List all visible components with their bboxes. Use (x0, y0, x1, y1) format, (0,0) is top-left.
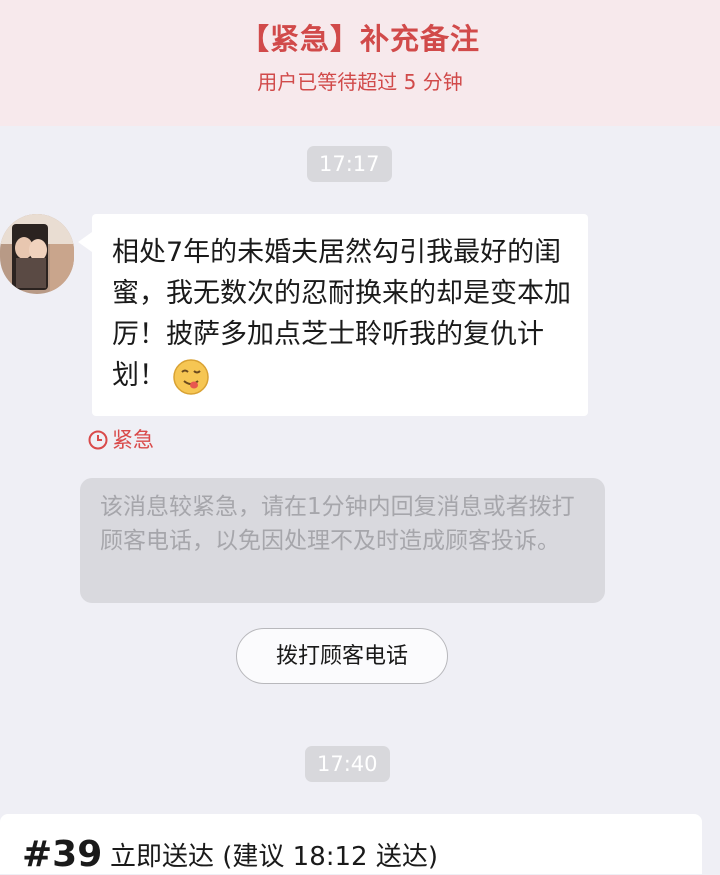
call-customer-button[interactable]: 拨打顾客电话 (236, 628, 448, 684)
notice-text: 该消息较紧急，请在1分钟内回复消息或者拨打顾客电话，以免因处理不及时造成顾客投诉… (100, 494, 575, 554)
urgent-header: 【紧急】补充备注 用户已等待超过 5 分钟 (0, 0, 720, 126)
header-title: 【紧急】补充备注 (239, 22, 480, 56)
timestamp-pill: 17:17 (307, 146, 392, 182)
clock-icon (88, 430, 108, 450)
tongue-out-emoji-icon (172, 358, 210, 396)
urgent-tag: 紧急 (88, 426, 154, 454)
bubble-tail (78, 232, 92, 252)
order-number: #39 (22, 834, 103, 875)
urgent-label: 紧急 (112, 428, 154, 452)
timestamp-pill: 17:40 (305, 746, 390, 782)
delivery-time: 立即送达 (建议 18:12 送达) (110, 842, 439, 872)
order-card[interactable]: #39 立即送达 (建议 18:12 送达) (0, 814, 702, 875)
customer-avatar[interactable] (0, 214, 74, 294)
wait-time-subtitle: 用户已等待超过 5 分钟 (257, 70, 463, 94)
urgent-notice: 该消息较紧急，请在1分钟内回复消息或者拨打顾客电话，以免因处理不及时造成顾客投诉… (80, 478, 605, 603)
message-bubble[interactable]: 相处7年的未婚夫居然勾引我最好的闺蜜，我无数次的忍耐换来的却是变本加厉！披萨多加… (92, 214, 588, 416)
